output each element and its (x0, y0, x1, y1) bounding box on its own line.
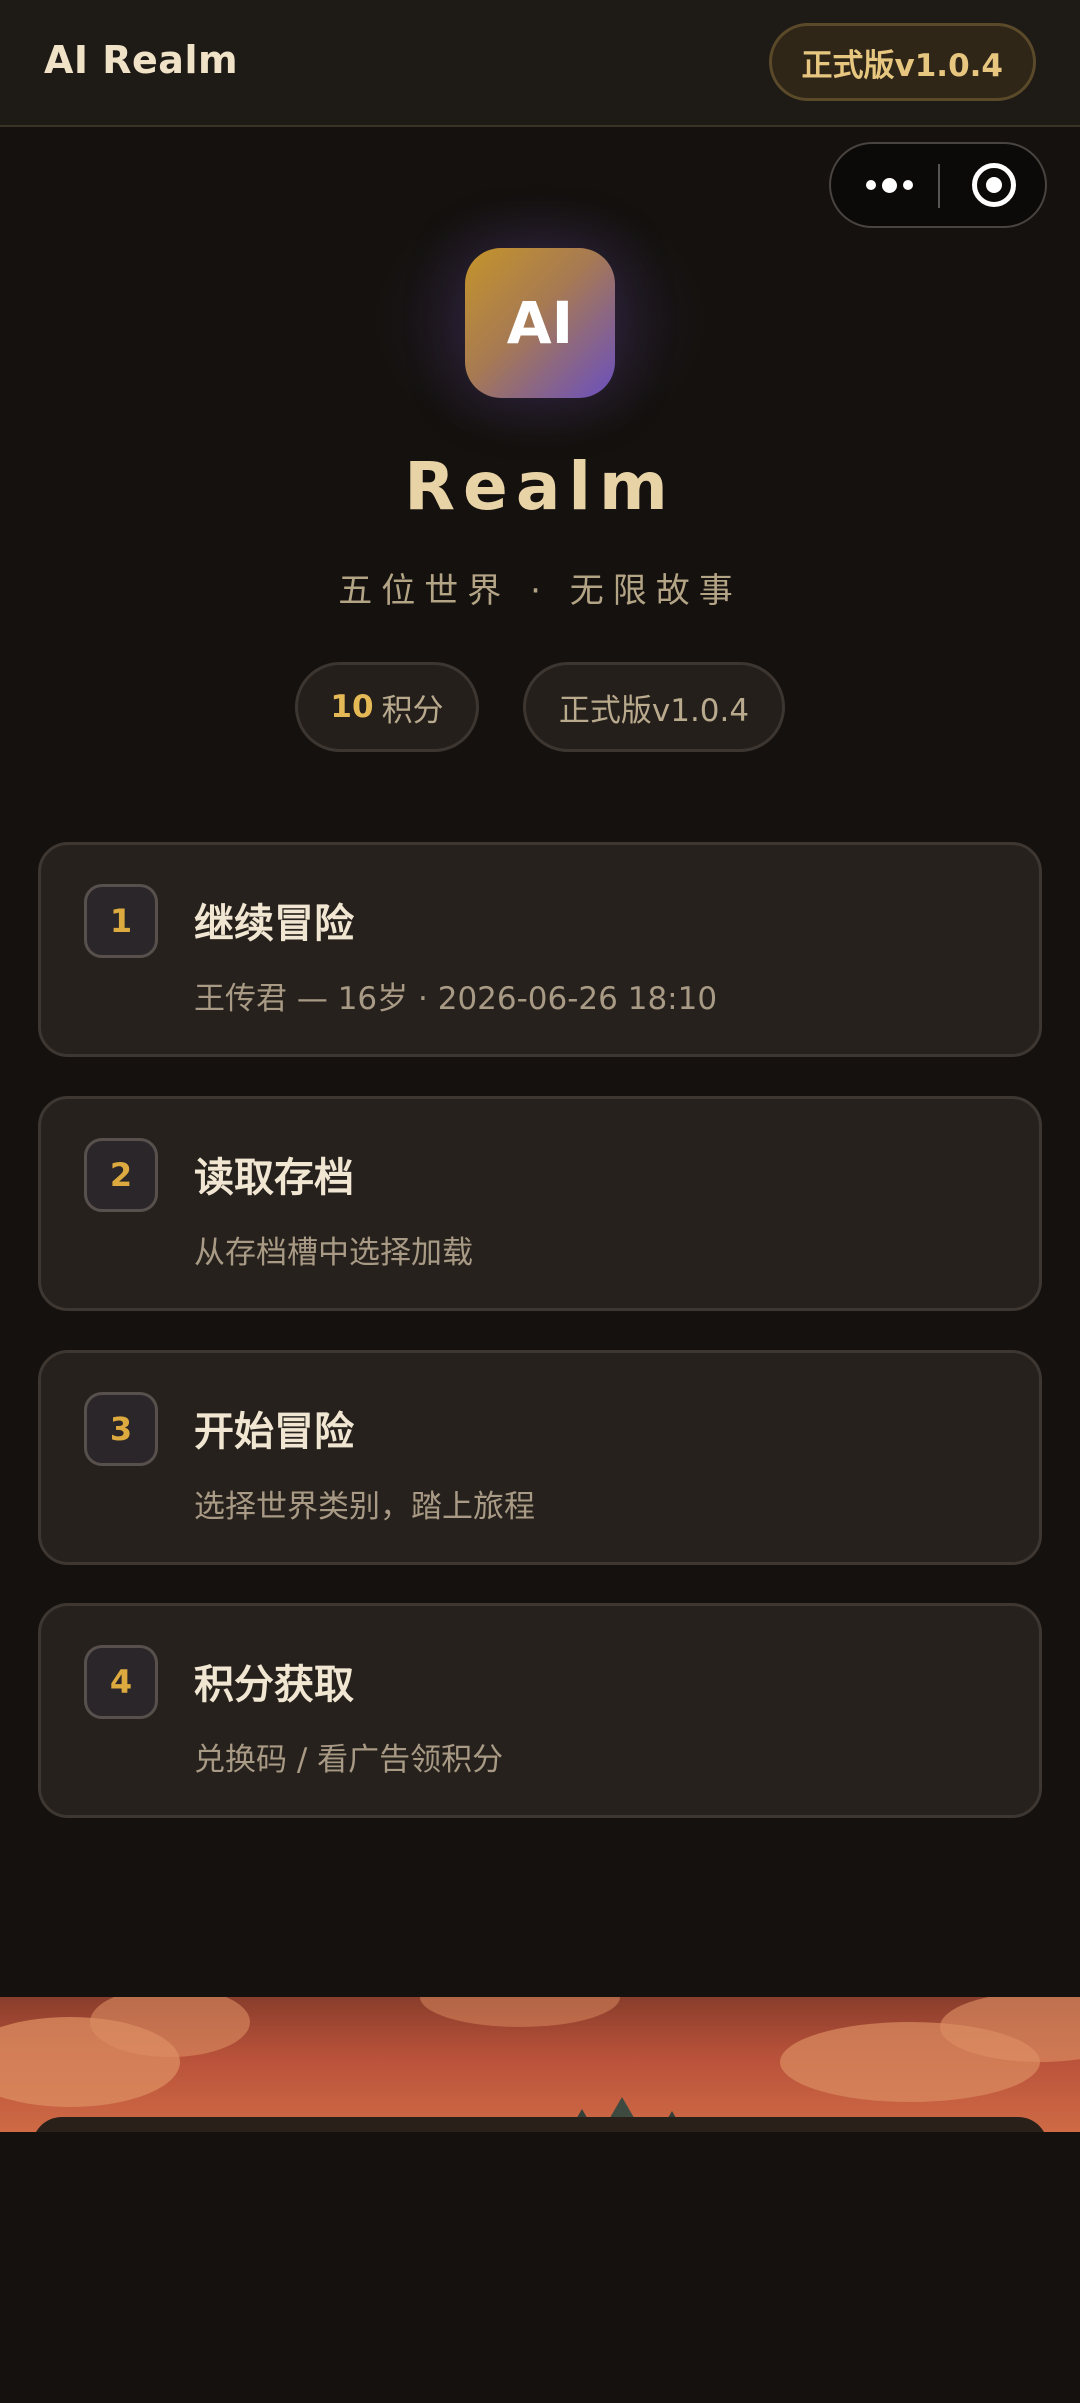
points-pill[interactable]: 10 积分 (295, 662, 479, 752)
menu-title: 积分获取 (194, 1662, 354, 1708)
menu-subtitle: 从存档槽中选择加载 (194, 1235, 473, 1271)
menu-subtitle: 王传君 — 16岁 · 2026-06-26 18:10 (194, 981, 718, 1017)
menu-index-badge: 4 (84, 1645, 158, 1719)
version-chip[interactable]: 正式版v1.0.4 (768, 23, 1036, 101)
more-dots-icon[interactable] (859, 144, 919, 226)
target-circle-icon[interactable] (972, 163, 1016, 207)
menu-subtitle: 兑换码 / 看广告领积分 (194, 1742, 504, 1778)
menu-index-badge: 1 (84, 884, 158, 958)
app-logo: AI (465, 248, 615, 398)
app-title: AI Realm (44, 38, 239, 82)
menu-title: 继续冒险 (194, 901, 354, 947)
mini-program-capsule (829, 142, 1047, 228)
menu-card-load-save[interactable]: 2 读取存档 从存档槽中选择加载 (38, 1096, 1042, 1311)
capsule-divider (938, 164, 940, 208)
points-label: 积分 (381, 692, 444, 729)
menu-index-badge: 3 (84, 1392, 158, 1466)
app-header: AI Realm 正式版v1.0.4 (0, 0, 1080, 127)
menu-title: 开始冒险 (194, 1409, 354, 1455)
menu-index-badge: 2 (84, 1138, 158, 1212)
bottom-panel-edge (32, 2117, 1048, 2132)
points-value: 10 (330, 689, 374, 725)
background-scene-illustration (0, 1997, 1080, 2132)
menu-card-continue[interactable]: 1 继续冒险 王传君 — 16岁 · 2026-06-26 18:10 (38, 842, 1042, 1057)
menu-subtitle: 选择世界类别，踏上旅程 (194, 1489, 535, 1525)
menu-card-new-adventure[interactable]: 3 开始冒险 选择世界类别，踏上旅程 (38, 1350, 1042, 1565)
menu-card-get-points[interactable]: 4 积分获取 兑换码 / 看广告领积分 (38, 1603, 1042, 1818)
tagline: 五位世界 · 无限故事 (338, 571, 742, 611)
version-pill: 正式版v1.0.4 (523, 662, 785, 752)
brand-title: Realm (404, 448, 676, 525)
menu-title: 读取存档 (194, 1155, 354, 1201)
